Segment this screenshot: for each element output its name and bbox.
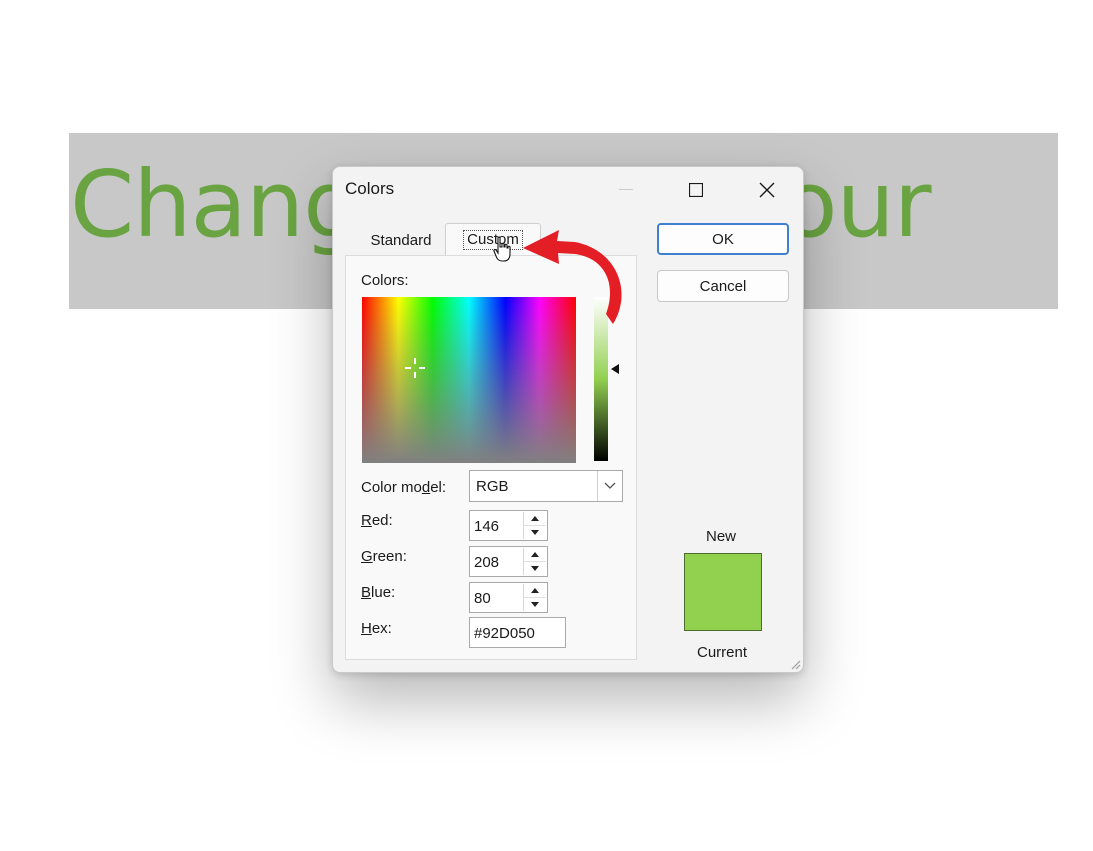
colors-label: Colors: xyxy=(361,272,409,289)
color-model-label: Color model: xyxy=(361,479,447,496)
red-label: Red: xyxy=(361,512,393,529)
custom-panel: Colors: Color model: RGB Red: 146 Green:… xyxy=(345,255,637,660)
new-color-swatch xyxy=(684,553,762,631)
ok-button[interactable]: OK xyxy=(657,223,789,255)
blue-down-button[interactable] xyxy=(524,598,546,611)
new-color-label: New xyxy=(706,528,737,545)
colors-dialog: Colors Standard Custom Colors: Color mod… xyxy=(332,166,804,673)
tab-standard[interactable]: Standard xyxy=(345,225,457,255)
close-button[interactable] xyxy=(744,171,790,209)
hex-label: Hex: xyxy=(361,620,392,637)
green-label: Green: xyxy=(361,548,407,565)
color-spectrum-picker[interactable] xyxy=(362,297,576,463)
luminance-slider[interactable] xyxy=(594,297,608,461)
color-model-select[interactable]: RGB xyxy=(469,470,623,502)
mouse-cursor-icon xyxy=(493,236,511,262)
dialog-title: Colors xyxy=(345,179,395,198)
cancel-button[interactable]: Cancel xyxy=(657,270,789,302)
blue-field[interactable]: 80 xyxy=(469,582,548,613)
maximize-icon xyxy=(689,183,703,197)
luminance-slider-arrow[interactable] xyxy=(611,364,619,374)
green-field[interactable]: 208 xyxy=(469,546,548,577)
close-icon xyxy=(759,182,775,198)
resize-grip-icon[interactable] xyxy=(789,658,801,670)
red-down-button[interactable] xyxy=(524,526,546,539)
red-field[interactable]: 146 xyxy=(469,510,548,541)
current-color-label: Current xyxy=(697,644,748,661)
crosshair-icon xyxy=(405,358,425,378)
green-down-button[interactable] xyxy=(524,562,546,575)
maximize-button[interactable] xyxy=(673,171,719,209)
chevron-down-icon[interactable] xyxy=(597,471,622,501)
red-value: 146 xyxy=(474,518,500,535)
green-value: 208 xyxy=(474,554,500,571)
blue-spinner xyxy=(523,584,546,611)
blue-label: Blue: xyxy=(361,584,396,601)
green-spinner xyxy=(523,548,546,575)
green-up-button[interactable] xyxy=(524,548,546,562)
color-model-value: RGB xyxy=(476,478,509,495)
red-spinner xyxy=(523,512,546,539)
hex-field[interactable]: #92D050 xyxy=(469,617,566,648)
blue-up-button[interactable] xyxy=(524,584,546,598)
red-up-button[interactable] xyxy=(524,512,546,526)
blue-value: 80 xyxy=(474,590,491,607)
hex-value: #92D050 xyxy=(474,625,535,642)
minimize-icon xyxy=(603,171,649,209)
